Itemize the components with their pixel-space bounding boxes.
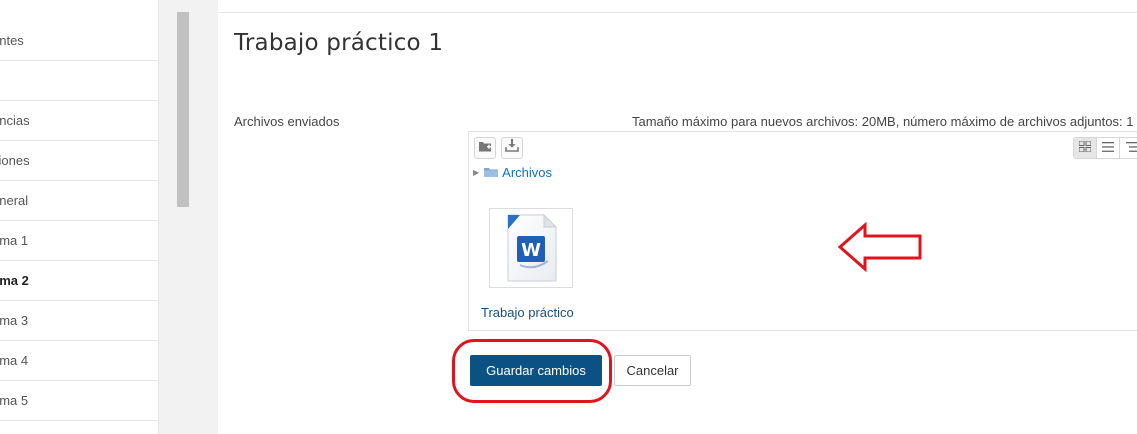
sidebar-item-tema-4[interactable]: ema 4 <box>0 341 158 381</box>
sidebar-item-general[interactable]: eneral <box>0 181 158 221</box>
word-document-icon: W <box>490 213 572 291</box>
view-switcher <box>1073 137 1137 159</box>
sidebar-item-participantes[interactable]: antes <box>0 21 158 61</box>
upload-limits-text: Tamaño máximo para nuevos archivos: 20MB… <box>632 114 1134 129</box>
sidebar-item-label: antes <box>0 33 24 48</box>
svg-text:W: W <box>521 240 541 261</box>
add-file-button[interactable] <box>474 137 496 159</box>
chevron-right-icon: ▶ <box>473 168 480 177</box>
file-name-link[interactable]: Trabajo práctico <box>481 304 611 330</box>
sidebar-item-label: ema 1 <box>0 233 29 248</box>
course-index-sidebar: antes s encias ciones eneral ema 1 ema 2… <box>0 0 159 434</box>
sidebar-item-label: ema 5 <box>0 393 29 408</box>
list-view-icon <box>1102 139 1114 157</box>
icon-view-button[interactable] <box>1074 138 1097 158</box>
cancel-button[interactable]: Cancelar <box>614 355 691 386</box>
download-icon <box>505 139 519 157</box>
sidebar-item-label: ema 3 <box>0 313 29 328</box>
sidebar-item-tema-5[interactable]: ema 5 <box>0 381 158 421</box>
sidebar-item-label: encias <box>0 113 30 128</box>
main-content: Trabajo práctico 1 Archivos enviados Tam… <box>218 0 1137 434</box>
tree-view-button[interactable] <box>1120 138 1137 158</box>
page-title: Trabajo práctico 1 <box>234 30 444 56</box>
add-folder-icon <box>478 139 492 157</box>
left-arrow-annotation <box>837 221 924 277</box>
sidebar-item-label: eneral <box>0 193 29 208</box>
divider <box>218 12 1137 13</box>
sidebar-item-label: ema 2 <box>0 273 29 288</box>
sidebar-scrollbar[interactable] <box>177 12 189 207</box>
file-item[interactable]: W <box>489 208 573 288</box>
file-manager: ▶ Archivos W Trabajo práctico <box>468 131 1137 331</box>
sidebar-item-label: ema 4 <box>0 353 29 368</box>
tree-view-icon <box>1125 139 1137 157</box>
sidebar-item-calificaciones[interactable]: ciones <box>0 141 158 181</box>
file-manager-toolbar <box>469 132 1137 160</box>
sidebar-item-label: ciones <box>0 153 30 168</box>
save-changes-button[interactable]: Guardar cambios <box>470 355 602 386</box>
download-all-button[interactable] <box>501 137 523 159</box>
sidebar-item-insignias[interactable]: s <box>0 61 158 101</box>
sidebar-item-tema-3[interactable]: ema 3 <box>0 301 158 341</box>
list-view-button[interactable] <box>1097 138 1120 158</box>
submitted-files-label: Archivos enviados <box>234 114 340 129</box>
sidebar-item-competencias[interactable]: encias <box>0 101 158 141</box>
breadcrumb-archivos-link[interactable]: Archivos <box>502 165 552 180</box>
sidebar-item-tema-1[interactable]: ema 1 <box>0 221 158 261</box>
breadcrumb: ▶ Archivos <box>473 165 552 180</box>
sidebar-item-tema-2[interactable]: ema 2 <box>0 261 158 301</box>
folder-icon <box>484 165 499 180</box>
icon-view-icon <box>1078 139 1092 157</box>
